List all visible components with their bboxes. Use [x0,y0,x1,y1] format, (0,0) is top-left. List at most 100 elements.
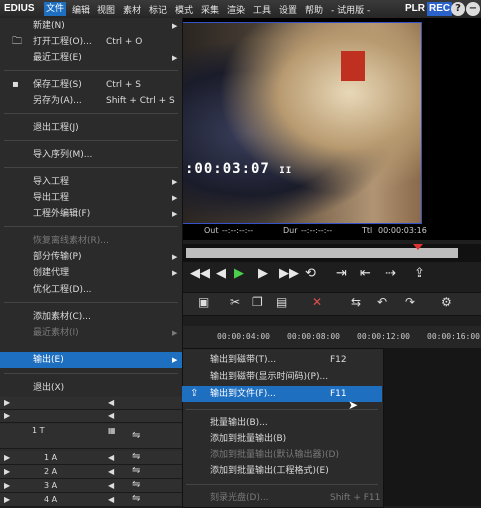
ruler-label: 00:00:12:00 [357,332,410,341]
mark-out-icon[interactable]: ⇤ [360,266,371,281]
paste-icon[interactable]: ▤ [276,295,287,309]
help-icon[interactable]: ? [451,2,465,16]
cut-icon[interactable]: ✂ [230,295,240,309]
expand-icon[interactable]: ▶ [4,481,10,490]
scrub-playhead[interactable] [413,244,423,250]
out-label: Out [204,226,219,235]
submenu-arrow-icon: ▶ [172,269,178,277]
menu-item-exit[interactable]: 退出(X) [0,380,182,396]
submenu-item-output-tape[interactable]: 输出到磁带(T)... F12 [182,352,382,368]
expand-icon[interactable]: ▶ [4,411,10,420]
track-name: 3 A [44,481,58,490]
fast-forward-icon[interactable]: ▶▶ [279,266,299,281]
menu-item-open-project[interactable]: 🗀 打开工程(O)... Ctrl + O [0,34,182,50]
track-name: 2 A [44,467,58,476]
menu-item-import-sequence[interactable]: 导入序列(M)... [0,147,182,163]
redo-icon[interactable]: ↷ [405,295,415,309]
copy-icon[interactable]: ❐ [252,295,263,309]
menu-item-export-project[interactable]: 导出工程 ▶ [0,190,182,206]
settings-tool-icon[interactable]: ⚙ [441,295,452,309]
menu-settings[interactable]: 设置 [279,3,297,16]
trial-label: - 试用版 - [331,6,371,16]
menu-mode[interactable]: 模式 [175,3,193,16]
expand-icon[interactable]: ▶ [4,467,10,476]
menu-item-create-proxy[interactable]: 创建代理 ▶ [0,265,182,281]
submenu-arrow-icon: ▶ [172,54,178,62]
menu-item-save-as[interactable]: 另存为(A)... Shift + Ctrl + S [0,93,182,109]
menu-marker[interactable]: 标记 [149,3,167,16]
delete-icon[interactable]: ✕ [312,295,322,309]
menu-file[interactable]: 文件 [44,2,67,16]
menu-clip[interactable]: 素材 [123,3,141,16]
menu-separator [4,226,178,227]
menu-item-import-project[interactable]: 导入工程 ▶ [0,174,182,190]
swap-icon[interactable]: ⇋ [132,493,140,504]
menu-item-save-project[interactable]: ▪ 保存工程(S) Ctrl + S [0,77,182,93]
save-tool-icon[interactable]: ▣ [198,295,209,309]
expand-icon[interactable]: ▶ [4,453,10,462]
menu-item-new[interactable]: 新建(N) ▶ [0,18,182,34]
submenu-item-output-tape-timecode[interactable]: 输出到磁带(显示时间码)(P)... [182,369,382,385]
speaker-icon[interactable]: ◀ [108,453,114,462]
track-header[interactable]: ▶ ◀ [0,397,182,410]
swap-icon[interactable]: ⇋ [132,430,140,441]
swap-icon[interactable]: ⇋ [132,451,140,462]
submenu-arrow-icon: ▶ [172,178,178,186]
track-header-audio[interactable]: ▶ 4 A ◀ ⇋ [0,493,182,507]
menu-item-output[interactable]: 输出(E) ▶ [0,352,182,368]
menu-tools[interactable]: 工具 [253,3,271,16]
menu-help[interactable]: 帮助 [305,3,323,16]
track-header-audio[interactable]: ▶ 1 A ◀ ⇋ [0,451,182,465]
menu-item-recent-projects[interactable]: 最近工程(E) ▶ [0,50,182,66]
submenu-item-add-batch-project-format[interactable]: 添加到批量输出(工程格式)(E) [182,463,382,479]
menu-item-external-edit[interactable]: 工程外编辑(F) ▶ [0,206,182,222]
speaker-icon[interactable]: ◀ [108,411,114,420]
timeline-toolbar [182,292,481,316]
export-icon[interactable]: ⇪ [414,266,425,281]
submenu-arrow-icon: ▶ [172,356,178,364]
set-icon[interactable]: ⇢ [385,266,396,281]
track-name: 1 A [44,453,58,462]
speaker-icon[interactable]: ◀ [108,467,114,476]
mark-in-icon[interactable]: ⇥ [336,266,347,281]
menu-render[interactable]: 渲染 [227,3,245,16]
speaker-icon[interactable]: ◀ [108,398,114,407]
transport-bar [182,264,481,288]
submenu-item-add-batch[interactable]: 添加到批量输出(B) [182,431,382,447]
expand-icon[interactable]: ▶ [4,495,10,504]
play-icon[interactable]: ▶ [234,266,244,281]
loop-icon[interactable]: ⟲ [305,266,316,281]
dur-value: --:--:--:-- [301,226,333,235]
menu-item-add-clip[interactable]: 添加素材(C)... [0,309,182,325]
menu-capture[interactable]: 采集 [201,3,219,16]
dur-label: Dur [283,226,298,235]
menu-view[interactable]: 视图 [97,3,115,16]
track-header-audio[interactable]: ▶ 2 A ◀ ⇋ [0,465,182,479]
ttl-label: Ttl [362,226,373,235]
ruler-label: 00:00:04:00 [217,332,270,341]
menu-item-optimize-project[interactable]: 优化工程(D)... [0,282,182,298]
ripple-icon[interactable]: ⇆ [351,295,361,309]
step-back-icon[interactable]: ◀ [216,266,226,281]
menu-item-partial-transfer[interactable]: 部分传输(P) ▶ [0,249,182,265]
rewind-icon[interactable]: ◀◀ [190,266,210,281]
submenu-item-batch-output[interactable]: 批量输出(B)... [182,415,382,431]
track-header-title[interactable]: 1 T ▦ ⇋ [0,424,182,449]
rec-label[interactable]: REC [427,2,453,16]
pause-icon: II [279,166,293,176]
speaker-icon[interactable]: ◀ [108,495,114,504]
swap-icon[interactable]: ⇋ [132,465,140,476]
undo-icon[interactable]: ↶ [377,295,387,309]
speaker-icon[interactable]: ◀ [108,481,114,490]
plr-label[interactable]: PLR [405,3,425,14]
step-forward-icon[interactable]: ▶ [258,266,268,281]
menu-separator [186,484,378,485]
menu-item-exit-project[interactable]: 退出工程(J) [0,120,182,136]
expand-icon[interactable]: ▶ [4,398,10,407]
swap-icon[interactable]: ⇋ [132,479,140,490]
menu-edit[interactable]: 编辑 [72,3,90,16]
menu-separator [4,140,178,141]
minimize-icon[interactable]: − [466,2,480,16]
track-header-audio[interactable]: ▶ 3 A ◀ ⇋ [0,479,182,493]
track-header[interactable]: ▶ ◀ [0,410,182,423]
